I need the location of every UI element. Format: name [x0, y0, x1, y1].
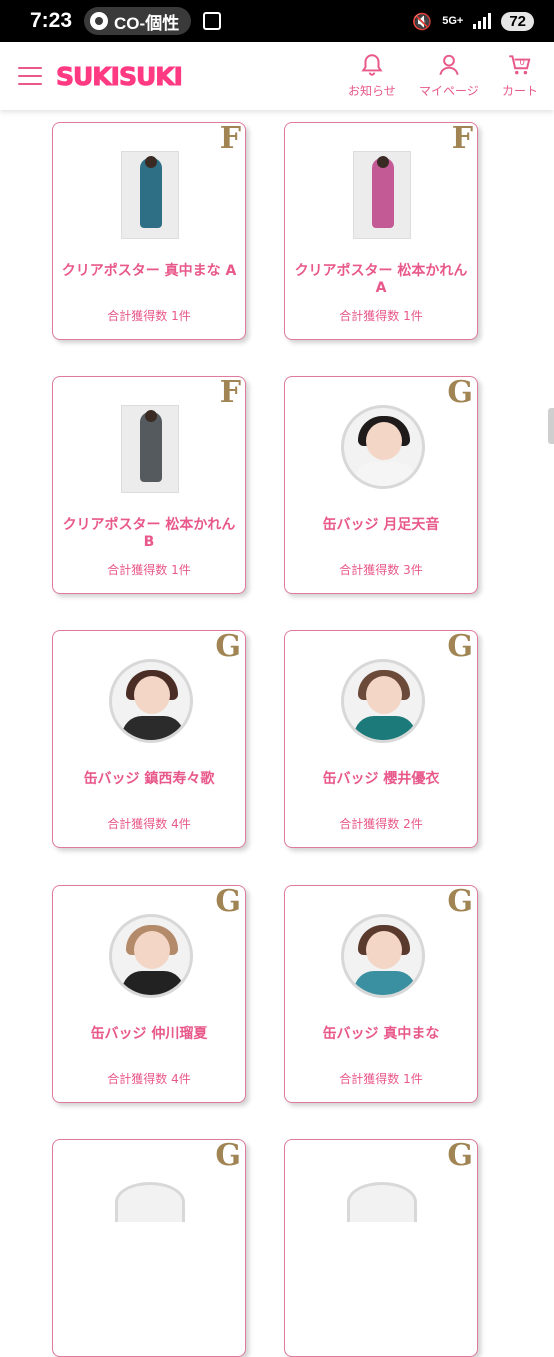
- badge-image: [341, 405, 425, 489]
- prize-thumbnail: [53, 405, 245, 495]
- nav-mypage[interactable]: マイページ: [419, 52, 479, 99]
- badge-thumbnail: [347, 1182, 417, 1222]
- prize-count: 合計獲得数 1件: [107, 563, 191, 577]
- grade-label: G: [215, 1139, 241, 1173]
- poster-head: [377, 156, 389, 168]
- notification-pill[interactable]: CO-個性: [84, 7, 192, 35]
- prize-thumbnail: [285, 914, 477, 1004]
- battery-indicator: 72: [501, 11, 534, 31]
- hamburger-menu-icon[interactable]: [18, 67, 42, 85]
- prize-title: 缶バッジ 真中まな: [322, 1026, 440, 1042]
- prize-count: 合計獲得数 4件: [107, 817, 191, 831]
- prize-count: 合計獲得数 3件: [339, 563, 423, 577]
- cart-count: 0: [519, 58, 525, 68]
- badge-body: [354, 462, 416, 486]
- prize-count: 合計獲得数 2件: [339, 817, 423, 831]
- prize-title: クリアポスター 真中まな A: [61, 263, 237, 279]
- prize-card[interactable]: G: [52, 1139, 246, 1357]
- prize-thumbnail: [53, 659, 245, 749]
- status-time: 7:23: [30, 9, 73, 32]
- prize-card[interactable]: G: [284, 1139, 478, 1357]
- site-logo[interactable]: SUKISUKI: [56, 62, 184, 92]
- badge-face: [134, 931, 170, 969]
- cart-icon: 0: [509, 55, 531, 75]
- notification-text: CO-個性: [114, 13, 180, 33]
- scrollbar-handle[interactable]: [548, 408, 554, 444]
- prize-thumbnail: [53, 914, 245, 1004]
- prize-thumbnail: [53, 151, 245, 241]
- status-bar: 7:23 CO-個性 🔇 5G+ 72: [0, 0, 554, 42]
- nav-cart[interactable]: 0 カート: [502, 52, 538, 99]
- prize-card[interactable]: G 缶バッジ 月足天音 合計獲得数 3件: [284, 376, 478, 594]
- nav-label: カート: [502, 84, 539, 98]
- nav-notifications[interactable]: お知らせ: [348, 52, 396, 99]
- screenshot-icon: [203, 12, 222, 30]
- poster-head: [145, 156, 157, 168]
- poster-image: [121, 405, 179, 493]
- bell-icon: [361, 54, 383, 76]
- network-label: 5G+: [442, 15, 464, 27]
- badge-image: [109, 914, 193, 998]
- poster-figure: [140, 412, 162, 482]
- signal-icon: [473, 13, 492, 29]
- prize-card[interactable]: F クリアポスター 松本かれん A 合計獲得数 1件: [284, 122, 478, 340]
- prize-count: 合計獲得数 1件: [339, 1072, 423, 1086]
- poster-figure: [140, 158, 162, 228]
- prize-card[interactable]: G 缶バッジ 仲川瑠夏 合計獲得数 4件: [52, 885, 246, 1103]
- prize-count: 合計獲得数 1件: [107, 309, 191, 323]
- user-icon: [439, 54, 459, 76]
- poster-figure: [372, 158, 394, 228]
- prize-card[interactable]: G 缶バッジ 鎮西寿々歌 合計獲得数 4件: [52, 630, 246, 848]
- prize-card[interactable]: F クリアポスター 松本かれん B 合計獲得数 1件: [52, 376, 246, 594]
- badge-body: [122, 716, 184, 740]
- prize-card[interactable]: F クリアポスター 真中まな A 合計獲得数 1件: [52, 122, 246, 340]
- app-icon: [90, 12, 109, 30]
- mute-icon: 🔇: [412, 11, 433, 31]
- prize-title: 缶バッジ 櫻井優衣: [322, 771, 440, 787]
- badge-image: [341, 659, 425, 743]
- prize-title: クリアポスター 松本かれん A: [294, 263, 468, 296]
- badge-thumbnail: [115, 1182, 185, 1222]
- prize-card[interactable]: G 缶バッジ 真中まな 合計獲得数 1件: [284, 885, 478, 1103]
- prize-thumbnail: [285, 659, 477, 749]
- prize-count: 合計獲得数 4件: [107, 1072, 191, 1086]
- badge-face: [366, 931, 402, 969]
- prize-title: 缶バッジ 月足天音: [322, 517, 440, 533]
- nav-label: お知らせ: [348, 84, 396, 98]
- grade-label: G: [447, 1139, 473, 1173]
- nav-label: マイページ: [419, 84, 479, 98]
- badge-face: [366, 676, 402, 714]
- prize-title: クリアポスター 松本かれん B: [62, 517, 236, 550]
- badge-image: [109, 659, 193, 743]
- status-indicators: 🔇 5G+ 72: [412, 11, 534, 31]
- poster-image: [353, 151, 411, 239]
- prize-title: 缶バッジ 仲川瑠夏: [90, 1026, 208, 1042]
- badge-face: [134, 676, 170, 714]
- prize-card[interactable]: G 缶バッジ 櫻井優衣 合計獲得数 2件: [284, 630, 478, 848]
- badge-body: [354, 716, 416, 740]
- prize-count: 合計獲得数 1件: [339, 309, 423, 323]
- prize-title: 缶バッジ 鎮西寿々歌: [83, 771, 215, 787]
- prize-thumbnail: [285, 405, 477, 495]
- app-header: SUKISUKI お知らせ マイページ 0 カート: [0, 42, 554, 110]
- poster-image: [121, 151, 179, 239]
- prize-thumbnail: [285, 151, 477, 241]
- badge-image: [341, 914, 425, 998]
- badge-body: [354, 971, 416, 995]
- badge-body: [122, 971, 184, 995]
- badge-face: [366, 422, 402, 460]
- poster-head: [145, 410, 157, 422]
